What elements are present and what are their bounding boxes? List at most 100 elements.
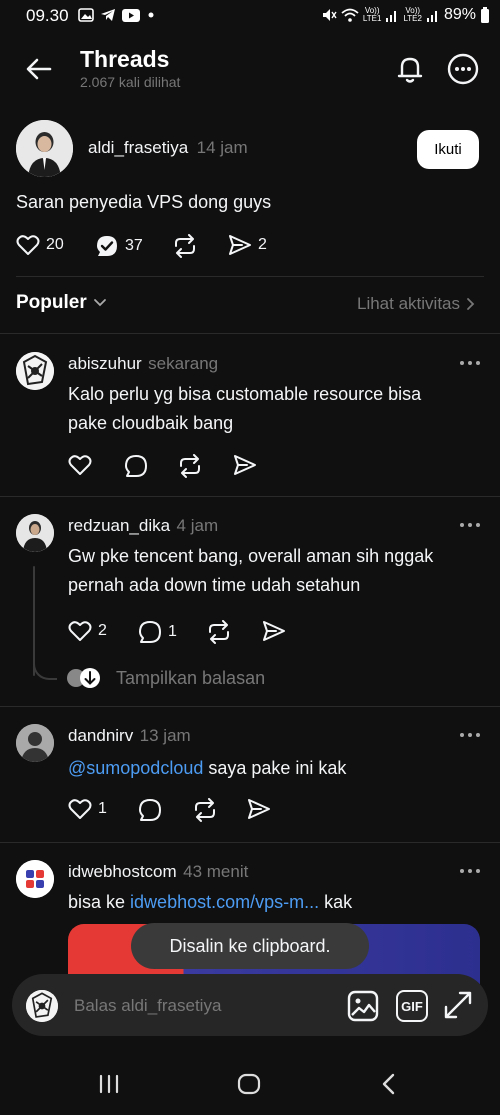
more-options-button[interactable]	[446, 52, 480, 86]
reply-more-button[interactable]	[458, 520, 482, 530]
avatar[interactable]	[16, 860, 54, 898]
lte2-label: Vo)) LTE2	[403, 6, 422, 23]
recent-apps-button[interactable]	[98, 1074, 120, 1094]
share-button[interactable]	[262, 620, 286, 642]
reply-time: 13 jam	[139, 726, 191, 745]
gif-label: GIF	[401, 998, 423, 1014]
send-icon	[262, 620, 286, 642]
divider	[0, 842, 500, 843]
post-text: Saran penyedia VPS dong guys	[16, 192, 272, 212]
comment-icon	[124, 454, 148, 478]
back-nav-button[interactable]	[380, 1073, 396, 1095]
send-icon	[233, 454, 257, 476]
repost-button[interactable]	[192, 798, 218, 822]
comment-icon	[138, 798, 162, 822]
chevron-left-icon	[380, 1073, 396, 1095]
view-activity-link[interactable]: Lihat aktivitas	[357, 294, 476, 314]
reply-more-button[interactable]	[458, 866, 482, 876]
battery-icon	[480, 7, 490, 23]
like-count: 2	[98, 622, 107, 639]
url-link[interactable]: idwebhost.com/vps-m...	[130, 892, 319, 912]
sort-dropdown[interactable]: Populer	[16, 292, 107, 314]
activity-label: Lihat aktivitas	[357, 294, 460, 313]
notification-button[interactable]	[393, 52, 427, 86]
reply-text-line: pake cloudbaik bang	[68, 413, 234, 433]
back-arrow-icon	[22, 52, 56, 86]
telegram-icon	[100, 8, 116, 22]
like-count: 20	[46, 236, 64, 253]
mention-link[interactable]: @sumopodcloud	[68, 758, 203, 778]
heart-icon	[68, 454, 92, 476]
avatar[interactable]	[16, 724, 54, 762]
like-button[interactable]: 20	[16, 234, 64, 256]
reply-more-button[interactable]	[458, 730, 482, 740]
reply-username[interactable]: abiszuhur	[68, 354, 142, 373]
repost-icon	[192, 798, 218, 822]
reply-text-line: Kalo perlu yg bisa customable resource b…	[68, 384, 422, 404]
more-dots-icon	[458, 866, 482, 876]
divider	[16, 276, 484, 277]
bell-icon	[393, 52, 427, 86]
signal-icon	[426, 8, 440, 22]
reply-input[interactable]: Balas aldi_frasetiya	[74, 996, 221, 1016]
reply-text: bisa ke idwebhost.com/vps-m... kak	[68, 892, 353, 912]
status-bar: 09.30 Vo)) LTE1 Vo)) LTE2 89%	[0, 0, 500, 34]
reply-count-button[interactable]: 37	[95, 234, 143, 258]
sort-label: Populer	[16, 292, 87, 313]
reply-count: 1	[168, 623, 177, 640]
gif-button[interactable]: GIF	[396, 990, 428, 1022]
signal-icon	[385, 8, 399, 22]
reply-button[interactable]	[138, 798, 162, 822]
reply-button[interactable]: 1	[138, 620, 177, 644]
post-username[interactable]: aldi_frasetiya	[88, 138, 188, 157]
follow-button[interactable]: Ikuti	[417, 130, 479, 169]
chevron-down-icon	[93, 298, 107, 308]
heart-icon	[68, 798, 92, 820]
chevron-right-icon	[466, 297, 476, 311]
share-button[interactable]	[233, 454, 257, 476]
more-icon	[446, 52, 480, 86]
repost-icon	[172, 234, 198, 258]
send-icon	[228, 234, 252, 256]
repost-button[interactable]	[177, 454, 203, 478]
like-button[interactable]	[68, 454, 92, 476]
reply-time: sekarang	[148, 354, 219, 373]
show-replies-label: Tampilkan balasan	[116, 667, 266, 688]
expand-button[interactable]	[443, 990, 473, 1020]
reply-username[interactable]: redzuan_dika	[68, 516, 170, 535]
reply-button[interactable]	[124, 454, 148, 478]
reply-text-line: Gw pke tencent bang, overall aman sih ng…	[68, 546, 434, 566]
image-button[interactable]	[347, 990, 379, 1022]
page-title: Threads	[80, 46, 170, 72]
share-button[interactable]	[247, 798, 271, 820]
repost-icon	[206, 620, 232, 644]
repost-button[interactable]	[206, 620, 232, 644]
verified-reply-icon	[95, 234, 119, 258]
reply-text: @sumopodcloud saya pake ini kak	[68, 758, 347, 778]
more-dots-icon	[458, 358, 482, 368]
share-button[interactable]: 2	[228, 234, 267, 256]
show-replies-link[interactable]: Tampilkan balasan	[66, 666, 265, 690]
home-icon	[237, 1073, 261, 1095]
view-count: 2.067 kali dilihat	[80, 74, 181, 90]
reply-username[interactable]: idwebhostcom	[68, 862, 177, 881]
back-button[interactable]	[22, 52, 56, 86]
image-icon	[347, 990, 379, 1022]
repost-button[interactable]	[172, 234, 198, 258]
home-button[interactable]	[237, 1073, 261, 1095]
like-button[interactable]: 2	[68, 620, 107, 642]
avatar[interactable]	[16, 120, 73, 177]
status-time: 09.30	[26, 6, 69, 25]
avatar[interactable]	[16, 352, 54, 390]
avatar[interactable]	[16, 514, 54, 552]
reply-more-button[interactable]	[458, 358, 482, 368]
reply-username[interactable]: dandnirv	[68, 726, 133, 745]
reply-avatars-icon	[66, 666, 102, 690]
repost-icon	[177, 454, 203, 478]
composer-avatar	[26, 990, 58, 1022]
like-button[interactable]: 1	[68, 798, 107, 820]
reply-count: 37	[125, 237, 143, 254]
thread-connector	[33, 658, 57, 680]
more-dots-icon	[458, 520, 482, 530]
youtube-icon	[122, 8, 140, 22]
